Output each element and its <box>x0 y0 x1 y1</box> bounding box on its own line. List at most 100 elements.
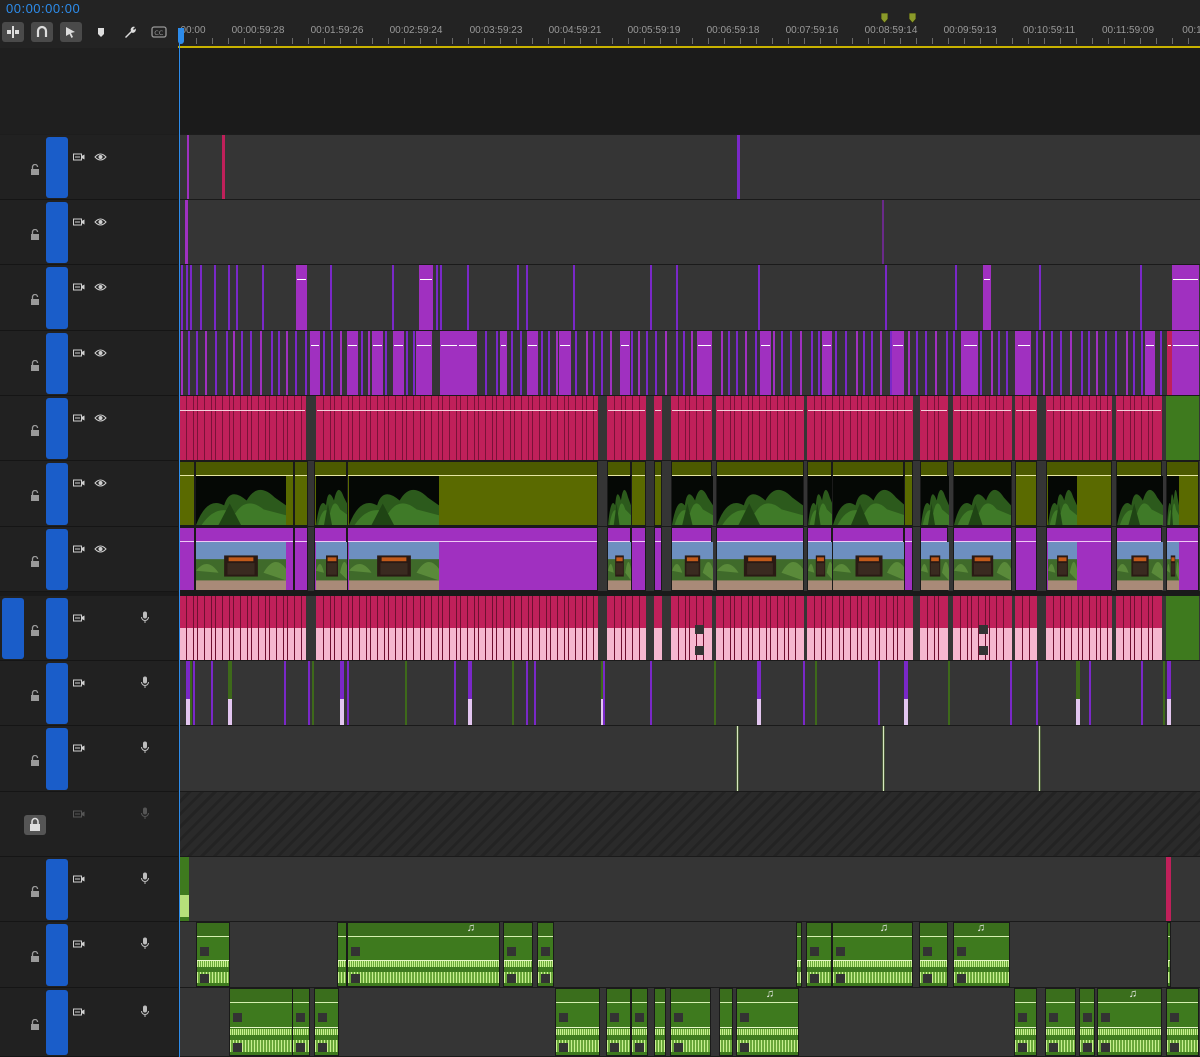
video-clip[interactable] <box>892 331 904 395</box>
gate-entrance-clip[interactable] <box>631 527 646 591</box>
video-clip[interactable] <box>880 331 882 395</box>
video-clip[interactable] <box>646 331 648 395</box>
video-clip[interactable] <box>790 331 792 395</box>
eye-icon[interactable] <box>94 348 107 361</box>
toggle-sync-lock-icon[interactable] <box>73 413 85 426</box>
video-clip[interactable] <box>368 331 370 395</box>
track-lane-v7[interactable] <box>179 135 1200 200</box>
track-target-v4[interactable] <box>46 333 68 394</box>
audio-clip[interactable] <box>284 661 286 725</box>
audio-clip[interactable] <box>736 726 739 791</box>
video-clip[interactable] <box>440 265 442 330</box>
linked-selection-icon[interactable] <box>60 22 82 42</box>
video-clip[interactable] <box>416 331 432 395</box>
track-target-a6[interactable] <box>46 924 68 986</box>
audio-clip[interactable]: ♫ <box>347 922 500 987</box>
audio-clip[interactable] <box>606 988 631 1056</box>
video-clip[interactable] <box>214 265 216 330</box>
video-clip[interactable] <box>181 265 183 330</box>
snap-icon[interactable] <box>31 22 53 42</box>
video-clip[interactable] <box>467 265 469 330</box>
audio-clip[interactable] <box>179 857 189 921</box>
video-clip[interactable] <box>998 331 1000 395</box>
audio-clip[interactable] <box>211 661 213 725</box>
video-clip[interactable] <box>697 331 712 395</box>
lock-icon[interactable] <box>30 949 40 962</box>
video-clip[interactable] <box>520 331 522 395</box>
video-clip[interactable] <box>1172 331 1199 395</box>
video-clip[interactable] <box>1051 331 1053 395</box>
track-target-a5[interactable] <box>46 859 68 920</box>
track-target-v1[interactable] <box>46 529 68 590</box>
video-clip[interactable] <box>496 331 498 395</box>
audio-clip[interactable] <box>603 661 605 725</box>
audio-clip[interactable] <box>405 661 407 725</box>
track-target-v6[interactable] <box>46 202 68 263</box>
track-lane-a1[interactable] <box>179 596 1200 661</box>
leaves-back-clip[interactable] <box>671 461 713 526</box>
gate-entrance-clip[interactable] <box>654 527 662 591</box>
track-lane-v4[interactable] <box>179 331 1200 396</box>
audio-clip[interactable] <box>1045 988 1076 1056</box>
video-clip[interactable] <box>188 331 190 395</box>
toggle-sync-lock-icon[interactable] <box>73 743 85 756</box>
lock-icon[interactable] <box>30 423 40 436</box>
audio-clip[interactable] <box>454 661 456 725</box>
audio-clip[interactable] <box>878 661 880 725</box>
video-clip[interactable] <box>413 331 415 395</box>
track-lane-v2[interactable] <box>179 461 1200 527</box>
video-clip[interactable] <box>683 331 685 395</box>
video-clip[interactable] <box>882 200 884 264</box>
gate-entrance-clip[interactable] <box>1015 527 1037 591</box>
insert-edit-icon[interactable] <box>2 22 24 42</box>
audio-clip[interactable] <box>314 988 339 1056</box>
track-lane-v3[interactable] <box>179 396 1200 461</box>
video-clip[interactable] <box>818 331 820 395</box>
image-clip[interactable] <box>654 396 662 460</box>
leaves-back-clip[interactable] <box>654 461 662 526</box>
audio-clip[interactable] <box>1141 661 1143 725</box>
audio-clip[interactable] <box>807 596 913 660</box>
audio-clip[interactable] <box>904 661 908 725</box>
video-clip[interactable] <box>436 265 438 330</box>
audio-clip[interactable] <box>757 661 761 725</box>
video-clip[interactable] <box>295 331 297 395</box>
video-clip[interactable] <box>440 331 458 395</box>
video-clip[interactable] <box>330 265 332 330</box>
video-clip[interactable] <box>517 265 519 330</box>
leaves-back-clip[interactable] <box>832 461 905 526</box>
video-clip[interactable] <box>573 265 575 330</box>
audio-clip[interactable] <box>654 988 666 1056</box>
track-target-a1[interactable] <box>46 598 68 659</box>
audio-clip[interactable] <box>716 596 804 660</box>
toggle-sync-lock-icon[interactable] <box>73 678 85 691</box>
video-clip[interactable] <box>419 265 433 330</box>
lock-icon[interactable] <box>30 753 40 766</box>
sequence-marker[interactable] <box>908 10 917 24</box>
video-clip[interactable] <box>541 331 543 395</box>
video-clip[interactable] <box>559 331 571 395</box>
gate-entrance-clip[interactable] <box>920 527 949 591</box>
audio-clip[interactable] <box>671 596 712 660</box>
voiceover-mic-icon[interactable] <box>140 741 150 757</box>
gate-entrance-clip[interactable] <box>314 527 348 591</box>
video-clip[interactable] <box>593 331 595 395</box>
track-lane-a4[interactable] <box>179 792 1200 857</box>
eye-icon[interactable] <box>94 217 107 230</box>
audio-clip[interactable] <box>468 661 472 725</box>
source-patch-a1[interactable] <box>2 598 24 659</box>
gate-entrance-clip[interactable] <box>832 527 905 591</box>
gate-entrance-clip[interactable] <box>294 527 308 591</box>
image-clip[interactable] <box>222 135 225 199</box>
video-clip[interactable] <box>1070 331 1072 395</box>
audio-clip[interactable] <box>719 988 733 1056</box>
audio-clip[interactable] <box>337 922 347 987</box>
video-clip[interactable] <box>271 331 273 395</box>
leaves-back-clip[interactable] <box>631 461 646 526</box>
audio-clip[interactable] <box>1036 661 1038 725</box>
toggle-sync-lock-icon[interactable] <box>73 348 85 361</box>
video-clip[interactable] <box>226 331 228 395</box>
audio-clip[interactable] <box>228 661 232 725</box>
video-clip[interactable] <box>736 331 738 395</box>
audio-clip[interactable]: ♫ <box>832 922 913 987</box>
